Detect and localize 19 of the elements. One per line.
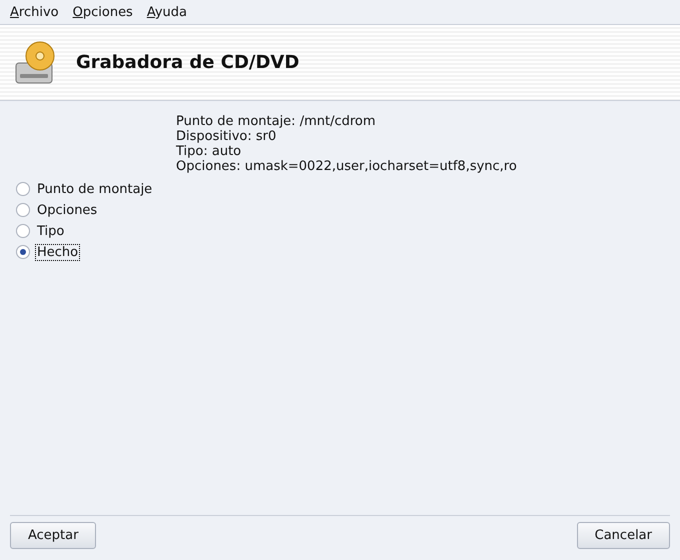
page-title: Grabadora de CD/DVD <box>76 52 300 73</box>
radio-label[interactable]: Tipo <box>36 224 66 238</box>
radio-label[interactable]: Hecho <box>36 244 80 260</box>
radio-button[interactable] <box>16 203 30 217</box>
cancel-button[interactable]: Cancelar <box>576 522 670 549</box>
accept-button[interactable]: Aceptar <box>10 522 96 549</box>
info-line: Opciones: umask=0022,user,iocharset=utf8,sync,ro <box>176 159 518 174</box>
disc-drive-icon <box>14 40 56 84</box>
menu-item[interactable]: Opciones <box>72 4 133 20</box>
menu-item[interactable]: Ayuda <box>146 4 188 20</box>
info-line: Tipo: auto <box>176 144 242 159</box>
menu-item[interactable]: Archivo <box>10 4 59 20</box>
info-line: Dispositivo: sr0 <box>176 129 278 144</box>
info-line: Punto de montaje: /mnt/cdrom <box>176 114 377 129</box>
radio-button[interactable] <box>16 245 30 259</box>
radio-button[interactable] <box>16 182 30 196</box>
radio-label[interactable]: Opciones <box>36 202 98 218</box>
radio-button[interactable] <box>16 224 30 238</box>
radio-label[interactable]: Punto de montaje <box>36 182 154 196</box>
